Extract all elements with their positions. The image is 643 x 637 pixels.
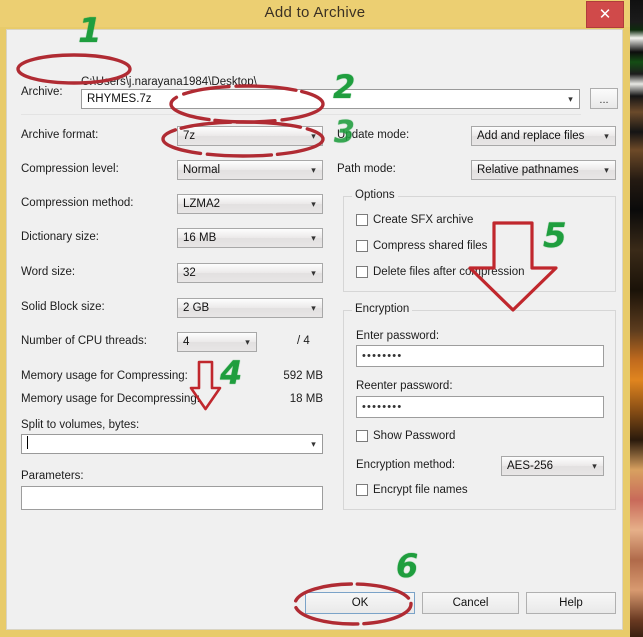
cpu-threads-value: 4 [183,336,190,348]
word-size-label: Word size: [21,266,76,278]
memory-compress-value: 592 MB [283,370,323,382]
memory-compress-label: Memory usage for Compressing: [21,370,188,382]
dictionary-size-value: 16 MB [183,232,217,244]
dialog-window: Add to Archive ✕ Archive: C:\Users\j.nar… [0,0,630,637]
checkbox-icon [356,266,368,278]
encrypt-file-names-label: Encrypt file names [373,484,468,496]
cpu-threads-total: / 4 [297,335,310,347]
chevron-down-icon[interactable]: ▾ [598,127,615,145]
compress-shared-label: Compress shared files [373,240,488,252]
compression-method-value: LZMA2 [183,198,221,210]
desktop-background [630,0,643,637]
archive-path-text: C:\Users\j.narayana1984\Desktop\ [81,76,257,88]
divider [21,114,581,115]
enter-password-label: Enter password: [356,330,440,342]
chevron-down-icon[interactable]: ▾ [598,161,615,179]
archive-label: Archive: [21,86,63,98]
encrypt-file-names-checkbox[interactable]: Encrypt file names [356,484,468,496]
word-size-select[interactable]: 32 ▾ [177,263,323,283]
chevron-down-icon[interactable]: ▾ [305,229,322,247]
dictionary-size-select[interactable]: 16 MB ▾ [177,228,323,248]
solid-block-size-select[interactable]: 2 GB ▾ [177,298,323,318]
chevron-down-icon[interactable]: ▾ [305,195,322,213]
chevron-down-icon[interactable]: ▾ [305,299,322,317]
compression-level-select[interactable]: Normal ▾ [177,160,323,180]
cpu-threads-label: Number of CPU threads: [21,335,147,347]
path-mode-value: Relative pathnames [477,164,579,176]
word-size-value: 32 [183,267,196,279]
compression-level-label: Compression level: [21,163,119,175]
cpu-threads-select[interactable]: 4 ▾ [177,332,257,352]
create-sfx-checkbox[interactable]: Create SFX archive [356,214,473,226]
solid-block-size-value: 2 GB [183,302,210,314]
memory-decompress-label: Memory usage for Decompressing: [21,393,200,405]
window-title: Add to Archive [264,4,366,21]
compression-method-select[interactable]: LZMA2 ▾ [177,194,323,214]
reenter-password-input[interactable]: •••••••• [356,396,604,418]
dictionary-size-label: Dictionary size: [21,231,99,243]
checkbox-icon [356,430,368,442]
chevron-down-icon[interactable]: ▾ [586,457,603,475]
chevron-down-icon[interactable]: ▾ [305,161,322,179]
split-volumes-label: Split to volumes, bytes: [21,419,140,431]
title-bar: Add to Archive ✕ [0,0,630,28]
archive-name-value: RHYMES.7z [87,93,152,105]
enter-password-value: •••••••• [362,350,403,362]
enter-password-input[interactable]: •••••••• [356,345,604,367]
delete-after-compression-checkbox[interactable]: Delete files after compression [356,266,524,278]
parameters-input[interactable] [21,486,323,510]
checkbox-icon [356,240,368,252]
chevron-down-icon[interactable]: ▾ [239,333,256,351]
parameters-label: Parameters: [21,470,84,482]
compression-level-value: Normal [183,164,221,176]
browse-button[interactable]: ... [590,88,618,109]
close-icon[interactable]: ✕ [586,1,624,28]
memory-decompress-value: 18 MB [289,393,323,405]
encryption-group-title: Encryption [352,303,413,315]
update-mode-value: Add and replace files [477,130,585,142]
cancel-button[interactable]: Cancel [422,592,519,614]
compression-method-label: Compression method: [21,197,134,209]
reenter-password-value: •••••••• [362,401,403,413]
compress-shared-checkbox[interactable]: Compress shared files [356,240,487,252]
reenter-password-label: Reenter password: [356,380,453,392]
chevron-down-icon[interactable]: ▾ [305,435,322,453]
archive-format-value: 7z [183,130,196,142]
help-button[interactable]: Help [526,592,616,614]
archive-format-select[interactable]: 7z ▾ [177,126,323,146]
create-sfx-label: Create SFX archive [373,214,474,226]
path-mode-select[interactable]: Relative pathnames ▾ [471,160,616,180]
checkbox-icon [356,484,368,496]
ok-button[interactable]: OK [305,592,415,614]
chevron-down-icon[interactable]: ▾ [305,264,322,282]
update-mode-label: Update mode: [337,129,410,141]
checkbox-icon [356,214,368,226]
encryption-method-value: AES-256 [507,460,554,472]
chevron-down-icon[interactable]: ▾ [562,90,579,108]
text-caret [27,436,28,449]
split-volumes-input[interactable]: ▾ [21,434,323,454]
dialog-body: Archive: C:\Users\j.narayana1984\Desktop… [6,29,623,630]
path-mode-label: Path mode: [337,163,396,175]
update-mode-select[interactable]: Add and replace files ▾ [471,126,616,146]
archive-name-input[interactable]: RHYMES.7z ▾ [81,89,580,109]
solid-block-size-label: Solid Block size: [21,301,105,313]
show-password-label: Show Password [373,430,456,442]
encryption-method-label: Encryption method: [356,459,456,471]
encryption-method-select[interactable]: AES-256 ▾ [501,456,604,476]
chevron-down-icon[interactable]: ▾ [305,127,322,145]
options-group-title: Options [352,189,398,201]
show-password-checkbox[interactable]: Show Password [356,430,455,442]
archive-format-label: Archive format: [21,129,99,141]
delete-after-compression-label: Delete files after compression [373,266,525,278]
